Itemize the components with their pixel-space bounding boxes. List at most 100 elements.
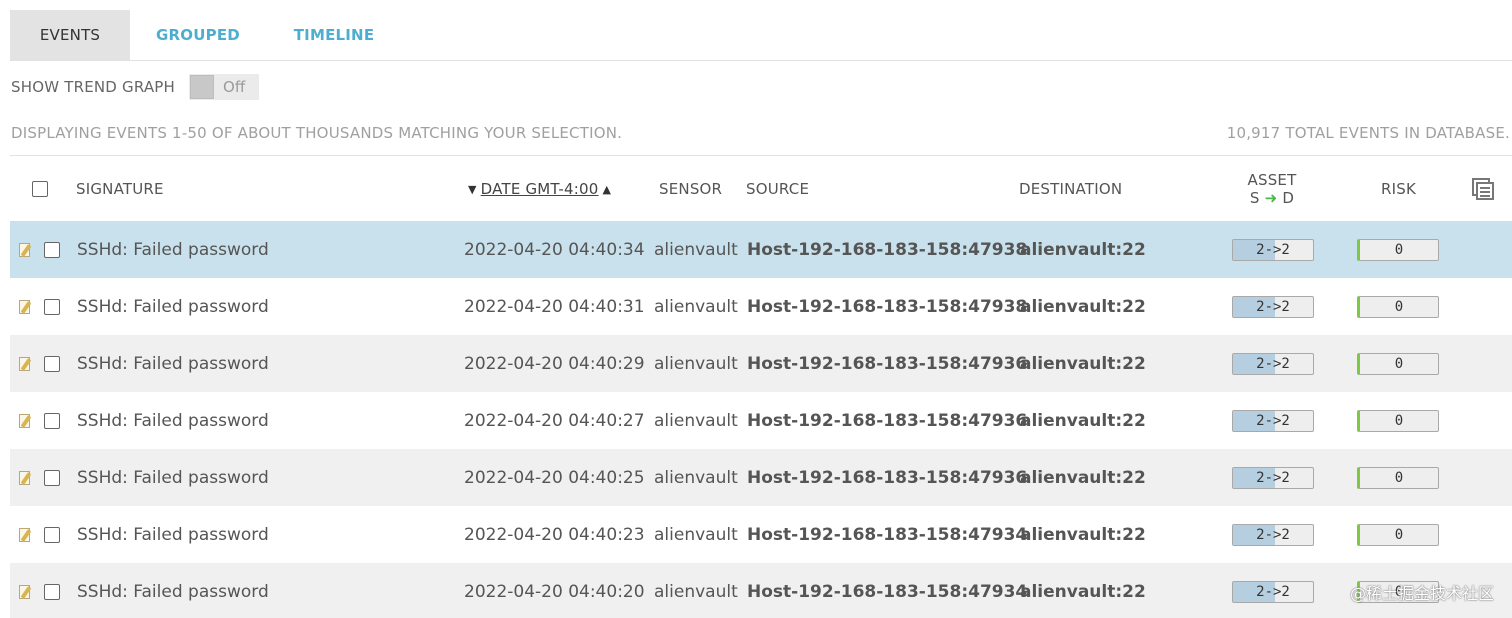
table-row[interactable]: SSHd: Failed password 2022-04-20 04:40:27… [10, 392, 1512, 449]
asset-value: 2->2 [1256, 241, 1290, 258]
signature-cell[interactable]: SSHd: Failed password [77, 506, 269, 563]
column-chooser-button[interactable] [1472, 160, 1494, 218]
signature-cell[interactable]: SSHd: Failed password [77, 392, 269, 449]
risk-cell: 0 [1357, 506, 1439, 563]
row-select-cell [44, 221, 60, 278]
table-row[interactable]: SSHd: Failed password 2022-04-20 04:40:29… [10, 335, 1512, 392]
date-text: 2022-04-20 04:40:23 [464, 524, 645, 545]
column-source[interactable]: SOURCE [746, 160, 809, 218]
destination-cell[interactable]: alienvault:22 [1020, 563, 1146, 618]
date-text: 2022-04-20 04:40:31 [464, 296, 645, 317]
risk-cell: 0 [1357, 221, 1439, 278]
table-row[interactable]: SSHd: Failed password 2022-04-20 04:40:31… [10, 278, 1512, 335]
edit-note-icon[interactable] [18, 413, 32, 429]
asset-value: 2->2 [1256, 412, 1290, 429]
signature-text: SSHd: Failed password [77, 239, 269, 260]
edit-note-icon[interactable] [18, 299, 32, 315]
table-row[interactable]: SSHd: Failed password 2022-04-20 04:40:25… [10, 449, 1512, 506]
edit-note-icon[interactable] [18, 527, 32, 543]
date-text: 2022-04-20 04:40:27 [464, 410, 645, 431]
source-text: Host-192-168-183-158:47936 [747, 353, 1028, 374]
source-cell[interactable]: Host-192-168-183-158:47936 [747, 392, 1027, 449]
date-cell: 2022-04-20 04:40:27 [464, 392, 645, 449]
signature-cell[interactable]: SSHd: Failed password [77, 335, 269, 392]
asset-cell: 2->2 [1232, 506, 1314, 563]
source-cell[interactable]: Host-192-168-183-158:47938 [747, 278, 1027, 335]
divider [10, 60, 1512, 61]
row-checkbox[interactable] [44, 412, 60, 429]
signature-cell[interactable]: SSHd: Failed password [77, 563, 269, 618]
source-text: Host-192-168-183-158:47938 [747, 239, 1028, 260]
table-row[interactable]: SSHd: Failed password 2022-04-20 04:40:20… [10, 563, 1512, 618]
source-cell[interactable]: Host-192-168-183-158:47936 [747, 449, 1027, 506]
asset-source-letter: S [1249, 189, 1260, 207]
signature-text: SSHd: Failed password [77, 524, 269, 545]
table-row[interactable]: SSHd: Failed password 2022-04-20 04:40:23… [10, 506, 1512, 563]
column-signature[interactable]: SIGNATURE [76, 160, 164, 218]
destination-cell[interactable]: alienvault:22 [1020, 392, 1146, 449]
asset-value: 2->2 [1256, 583, 1290, 600]
row-checkbox[interactable] [44, 241, 60, 258]
destination-cell[interactable]: alienvault:22 [1020, 278, 1146, 335]
sort-desc-icon[interactable]: ▼ [468, 183, 477, 196]
source-text: Host-192-168-183-158:47934 [747, 581, 1028, 602]
destination-text: alienvault:22 [1020, 467, 1146, 488]
sensor-text: alienvault [654, 581, 738, 602]
tab-timeline[interactable]: TIMELINE [266, 10, 402, 60]
asset-value: 2->2 [1256, 298, 1290, 315]
source-cell[interactable]: Host-192-168-183-158:47936 [747, 335, 1027, 392]
signature-cell[interactable]: SSHd: Failed password [77, 278, 269, 335]
column-destination[interactable]: DESTINATION [1019, 160, 1122, 218]
trend-graph-toggle[interactable]: Off [189, 74, 260, 100]
row-select-cell [44, 449, 60, 506]
sensor-text: alienvault [654, 296, 738, 317]
destination-cell[interactable]: alienvault:22 [1020, 221, 1146, 278]
source-cell[interactable]: Host-192-168-183-158:47938 [747, 221, 1027, 278]
signature-text: SSHd: Failed password [77, 581, 269, 602]
signature-cell[interactable]: SSHd: Failed password [77, 449, 269, 506]
tab-events[interactable]: EVENTS [10, 10, 130, 60]
source-cell[interactable]: Host-192-168-183-158:47934 [747, 563, 1027, 618]
edit-note-icon[interactable] [18, 584, 32, 600]
row-checkbox[interactable] [44, 583, 60, 600]
row-checkbox[interactable] [44, 469, 60, 486]
row-checkbox[interactable] [44, 526, 60, 543]
destination-cell[interactable]: alienvault:22 [1020, 335, 1146, 392]
sort-asc-icon[interactable]: ▲ [603, 183, 612, 196]
risk-value-badge: 0 [1357, 409, 1439, 432]
date-text: 2022-04-20 04:40:20 [464, 581, 645, 602]
signature-cell[interactable]: SSHd: Failed password [77, 221, 269, 278]
row-checkbox[interactable] [44, 298, 60, 315]
destination-cell[interactable]: alienvault:22 [1020, 506, 1146, 563]
source-cell[interactable]: Host-192-168-183-158:47934 [747, 506, 1027, 563]
columns-icon [1472, 178, 1494, 200]
source-text: Host-192-168-183-158:47936 [747, 410, 1028, 431]
sensor-text: alienvault [654, 467, 738, 488]
risk-value: 0 [1394, 298, 1404, 315]
column-risk[interactable]: RISK [1381, 160, 1416, 218]
column-asset[interactable]: ASSET S ➜ D [1242, 160, 1302, 218]
risk-value: 0 [1394, 526, 1404, 543]
risk-cell: 0 [1357, 278, 1439, 335]
date-text: 2022-04-20 04:40:34 [464, 239, 645, 260]
signature-text: SSHd: Failed password [77, 410, 269, 431]
asset-value-badge: 2->2 [1232, 295, 1314, 318]
sensor-cell: alienvault [654, 392, 738, 449]
source-text: Host-192-168-183-158:47934 [747, 524, 1028, 545]
note-cell [18, 449, 32, 506]
row-select-cell [44, 563, 60, 618]
arrow-right-icon: ➜ [1264, 189, 1278, 207]
column-date[interactable]: ▼ DATE GMT-4:00 ▲ [468, 160, 611, 218]
row-checkbox[interactable] [44, 355, 60, 372]
table-row[interactable]: SSHd: Failed password 2022-04-20 04:40:34… [10, 221, 1512, 278]
edit-note-icon[interactable] [18, 356, 32, 372]
column-sensor[interactable]: SENSOR [659, 160, 722, 218]
destination-cell[interactable]: alienvault:22 [1020, 449, 1146, 506]
edit-note-icon[interactable] [18, 242, 32, 258]
asset-value-badge: 2->2 [1232, 352, 1314, 375]
column-label: SOURCE [746, 180, 810, 198]
asset-cell: 2->2 [1232, 335, 1314, 392]
select-all-checkbox[interactable] [32, 181, 48, 197]
edit-note-icon[interactable] [18, 470, 32, 486]
tab-grouped[interactable]: GROUPED [130, 10, 266, 60]
